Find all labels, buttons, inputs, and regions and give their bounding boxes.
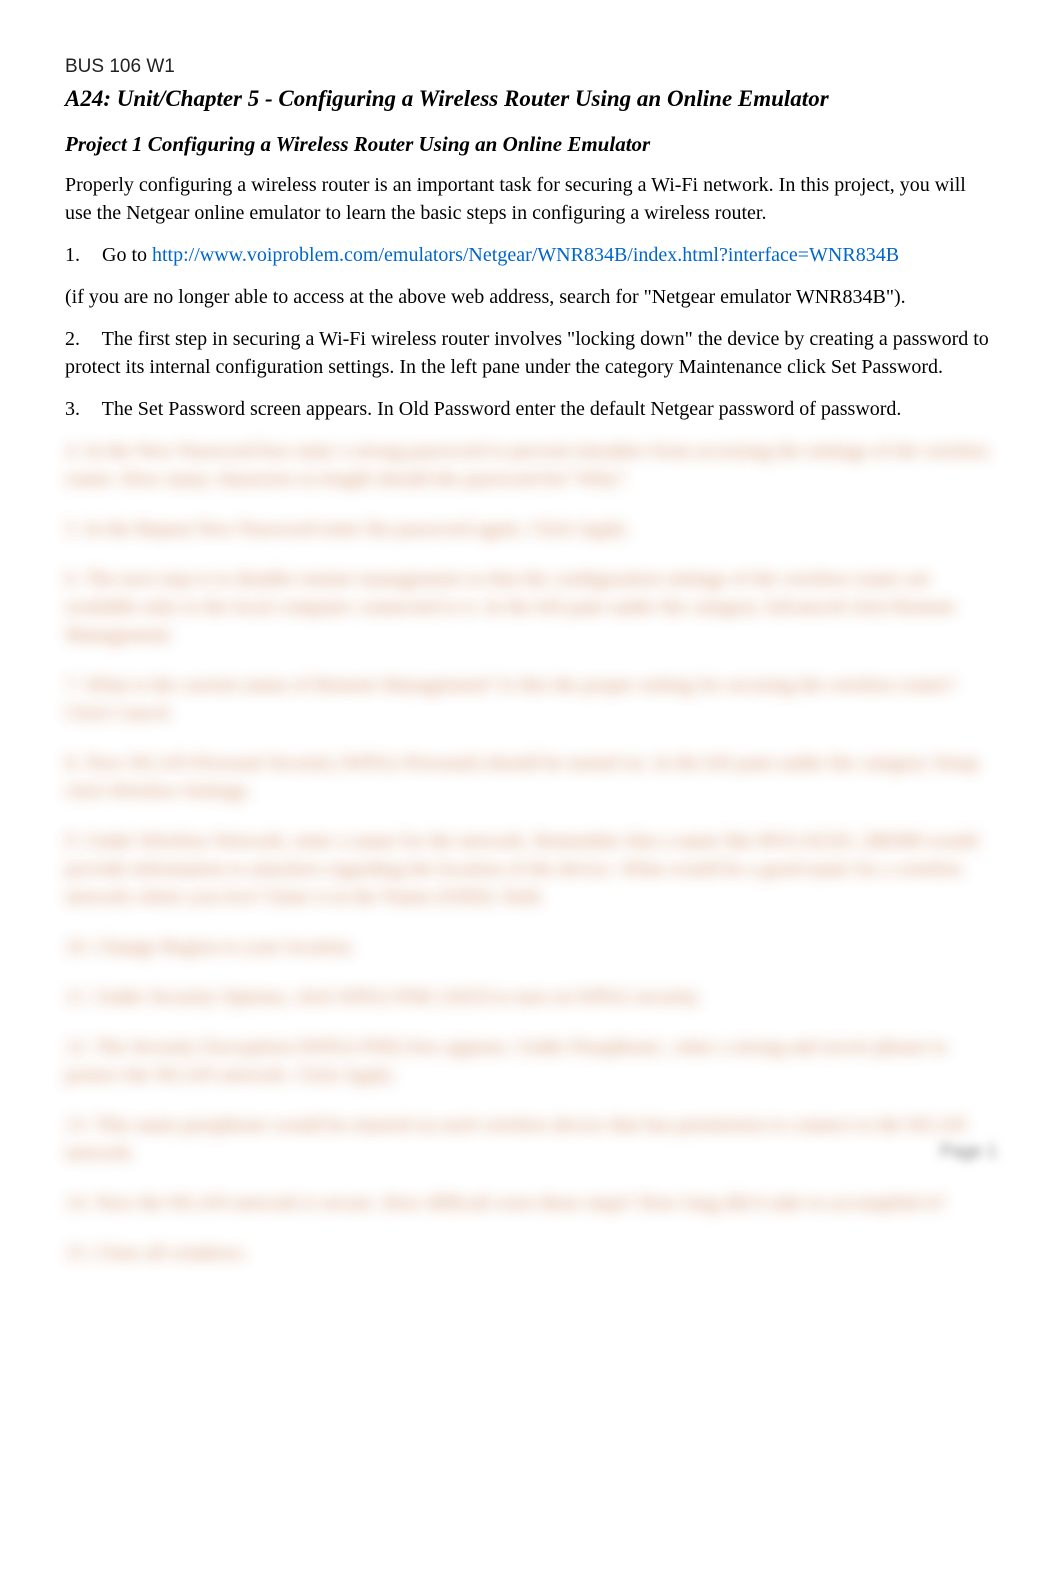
step-11-blurred: 11. Under Security Options, click WPA2-P…: [65, 983, 997, 1011]
step-9-blurred: 9. Under Wireless Network, enter a name …: [65, 827, 997, 911]
step-1: 1. Go to http://www.voiproblem.com/emula…: [65, 241, 997, 269]
step-text: Go to: [102, 244, 152, 266]
step-14-blurred: 14. Now the WLAN network is secure. How …: [65, 1189, 997, 1217]
step-2: 2. The first step in securing a Wi-Fi wi…: [65, 325, 997, 381]
step-text: The Set Password screen appears. In Old …: [102, 398, 902, 420]
step-12-blurred: 12. The Security Encryption (WPA2-PSK) b…: [65, 1033, 997, 1089]
page-number: Page 1: [940, 1141, 997, 1162]
step-6-blurred: 6. The next step is to disable remote ma…: [65, 565, 997, 649]
step-1-note: (if you are no longer able to access at …: [65, 283, 997, 311]
step-7-blurred: 7. What is the current status of Remote …: [65, 671, 997, 727]
step-8-blurred: 8. Now WLAN Personal Security (WPA2-Pers…: [65, 749, 997, 805]
document-title: A24: Unit/Chapter 5 - Configuring a Wire…: [65, 84, 997, 114]
step-4-blurred: 4. In the New Password box enter a stron…: [65, 437, 997, 493]
step-text: The first step in securing a Wi-Fi wirel…: [65, 328, 989, 378]
project-title: Project 1 Configuring a Wireless Router …: [65, 132, 997, 157]
intro-paragraph: Properly configuring a wireless router i…: [65, 171, 997, 227]
document-page: BUS 106 W1 A24: Unit/Chapter 5 - Configu…: [0, 0, 1062, 1329]
step-number: 2.: [65, 325, 97, 353]
blurred-content: 4. In the New Password box enter a stron…: [65, 437, 997, 1267]
step-15-blurred: 15. Close all windows.: [65, 1239, 997, 1267]
course-code: BUS 106 W1: [65, 56, 997, 78]
step-5-blurred: 5. In the Repeat New Password enter the …: [65, 515, 997, 543]
step-3: 3. The Set Password screen appears. In O…: [65, 395, 997, 423]
emulator-link[interactable]: http://www.voiproblem.com/emulators/Netg…: [152, 244, 899, 266]
step-10-blurred: 10. Change Region to your location.: [65, 933, 997, 961]
step-number: 1.: [65, 241, 97, 269]
step-number: 3.: [65, 395, 97, 423]
step-13-blurred: 13. This same passphrase would be entere…: [65, 1111, 997, 1167]
